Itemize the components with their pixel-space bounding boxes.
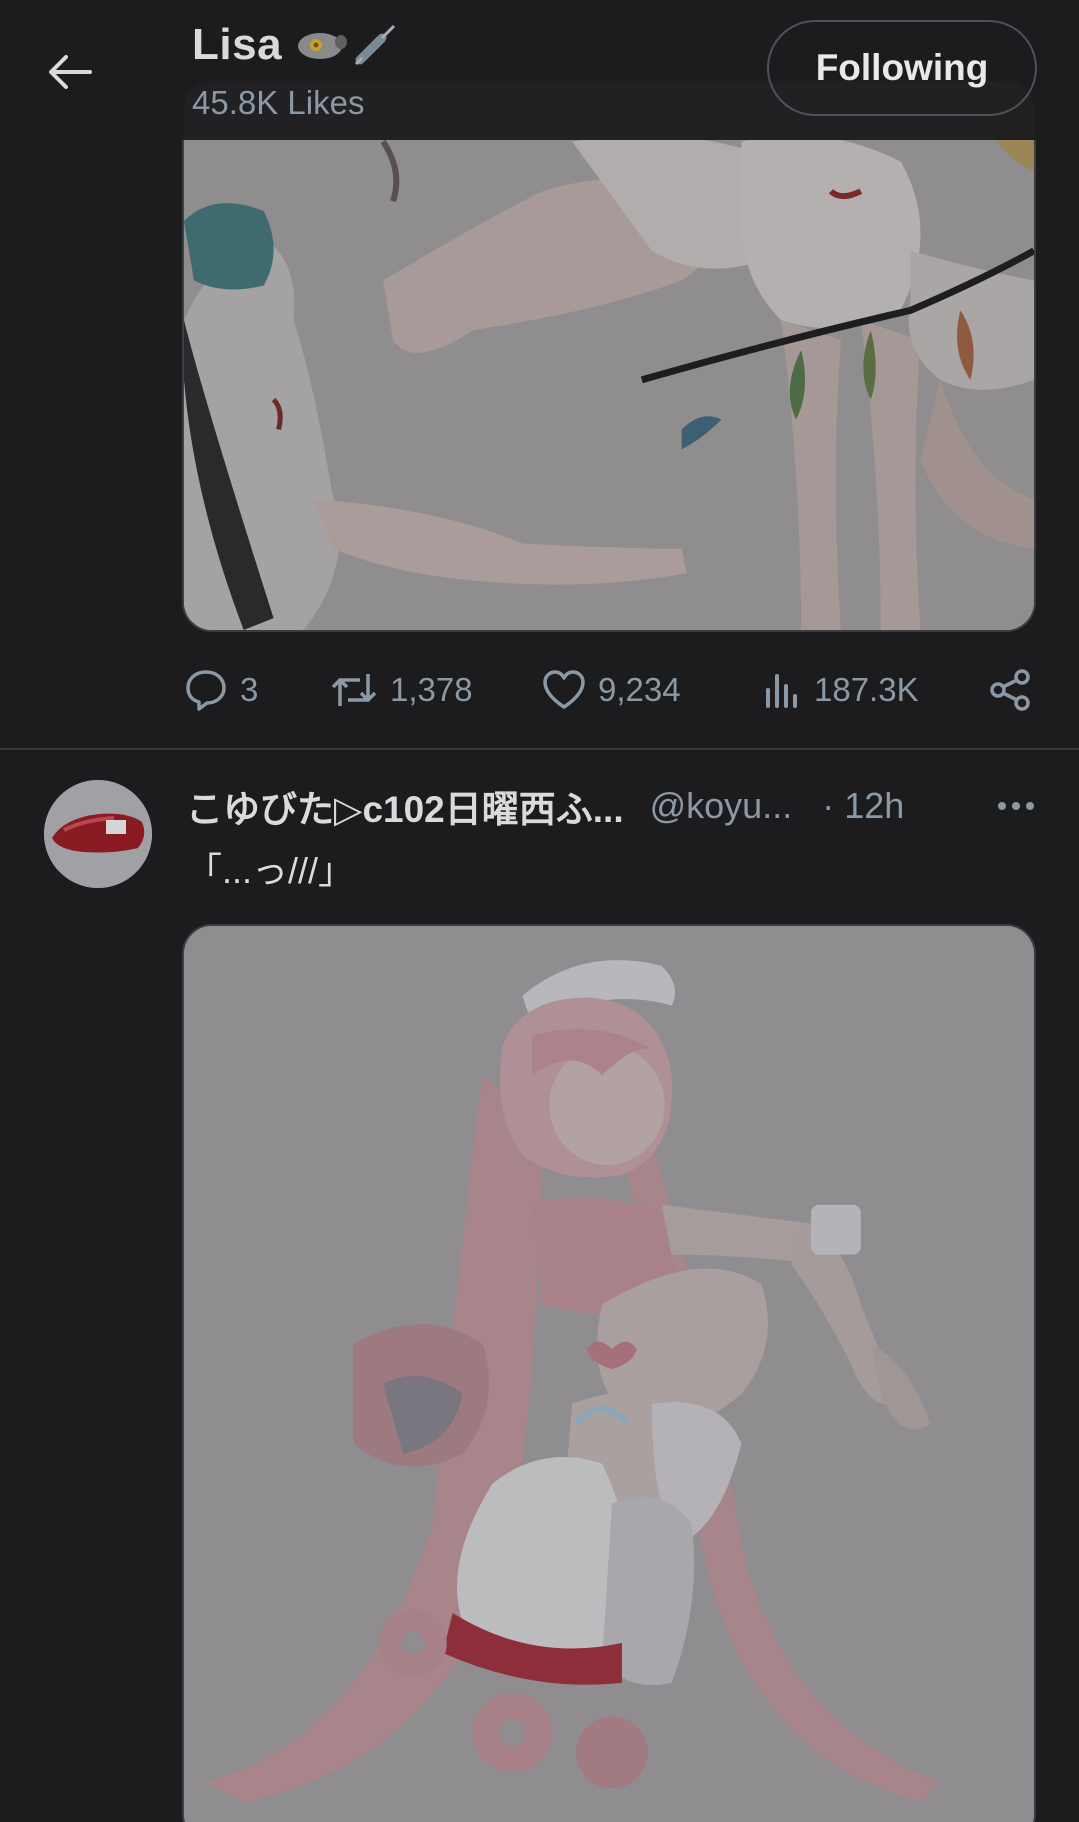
views-button[interactable]: 187.3K <box>762 660 919 720</box>
share-icon <box>990 669 1030 711</box>
reply-button[interactable]: 3 <box>184 660 258 720</box>
user-handle[interactable]: @koyu... <box>650 785 793 827</box>
arrow-left-icon <box>49 55 92 89</box>
share-button[interactable] <box>988 660 1032 720</box>
tweet-time[interactable]: · 12h <box>822 785 904 827</box>
tweet-header: こゆびた▷c102日曜西ふ... @koyu... · 12h <box>186 780 1046 832</box>
display-name[interactable]: こゆびた▷c102日曜西ふ... <box>186 779 624 833</box>
name-emojis <box>294 22 398 68</box>
avatar-image <box>44 780 152 888</box>
illustration-image <box>184 926 1034 1822</box>
retweet-count: 1,378 <box>390 671 473 708</box>
profile-header: Lisa 45.8K Likes Following <box>0 0 1079 140</box>
profile-title: Lisa <box>192 20 398 70</box>
following-button[interactable]: Following <box>767 20 1037 116</box>
like-button[interactable]: 9,234 <box>542 660 681 720</box>
tweet-action-bar: 3 1,378 9,234 187.3K <box>182 660 1036 720</box>
tweet-text: 「...っ///」 <box>186 850 355 891</box>
reply-icon <box>186 670 226 711</box>
timeline-page: Lisa 45.8K Likes Following 3 1,378 9,234… <box>0 0 1079 1822</box>
more-icon <box>998 802 1034 810</box>
reply-count: 3 <box>240 671 259 708</box>
tweet-media-image[interactable] <box>182 924 1036 1822</box>
retweet-icon <box>331 674 377 706</box>
back-button[interactable] <box>36 38 104 106</box>
likes-count: 45.8K Likes <box>192 84 365 121</box>
tweet-divider <box>0 748 1079 750</box>
views-count: 187.3K <box>814 671 919 708</box>
avatar[interactable] <box>44 780 152 888</box>
like-count: 9,234 <box>598 671 681 708</box>
views-icon <box>766 674 797 708</box>
syringe-icon <box>354 24 396 66</box>
illustration-image <box>184 82 1034 630</box>
sheep-icon <box>298 33 348 59</box>
tweet-media-image[interactable] <box>182 80 1036 632</box>
retweet-button[interactable]: 1,378 <box>330 660 473 720</box>
profile-name: Lisa <box>192 20 283 69</box>
more-options-button[interactable] <box>996 786 1036 831</box>
heart-icon <box>543 670 585 709</box>
